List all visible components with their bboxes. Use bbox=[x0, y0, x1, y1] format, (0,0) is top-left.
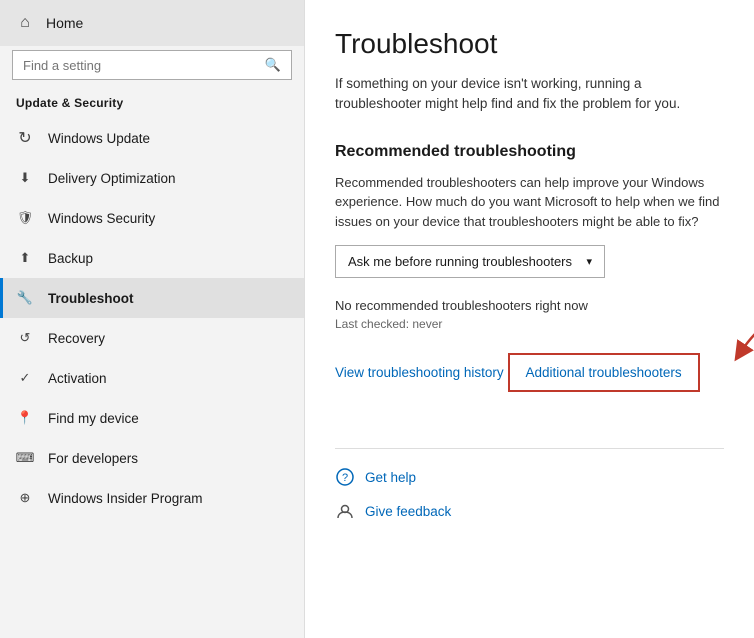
sidebar-item-backup[interactable]: ⬆ Backup bbox=[0, 238, 304, 278]
sidebar-item-label: Find my device bbox=[48, 411, 139, 426]
activation-icon: ✓ bbox=[16, 369, 34, 387]
find-device-icon: 📍 bbox=[16, 409, 34, 427]
give-feedback-icon bbox=[335, 501, 355, 521]
sidebar-item-windows-update[interactable]: ↻ Windows Update bbox=[0, 118, 304, 158]
sidebar-item-label: Activation bbox=[48, 371, 107, 386]
get-help-button[interactable]: ? Get help bbox=[335, 467, 724, 487]
recovery-icon: ↺ bbox=[16, 329, 34, 347]
get-help-icon: ? bbox=[335, 467, 355, 487]
main-content: Troubleshoot If something on your device… bbox=[305, 0, 754, 638]
give-feedback-label: Give feedback bbox=[365, 504, 451, 519]
svg-text:?: ? bbox=[342, 472, 348, 484]
give-feedback-button[interactable]: Give feedback bbox=[335, 501, 724, 521]
windows-insider-icon: ⊕ bbox=[16, 489, 34, 507]
sidebar-item-label: Windows Update bbox=[48, 131, 150, 146]
divider bbox=[335, 448, 724, 449]
sidebar-section-title: Update & Security bbox=[0, 90, 304, 118]
sidebar-item-windows-insider[interactable]: ⊕ Windows Insider Program bbox=[0, 478, 304, 518]
page-description: If something on your device isn't workin… bbox=[335, 74, 715, 115]
home-icon: ⌂ bbox=[16, 14, 34, 32]
sidebar-item-delivery-optimization[interactable]: ⬇ Delivery Optimization bbox=[0, 158, 304, 198]
sidebar-item-label: Windows Security bbox=[48, 211, 155, 226]
additional-troubleshooters-label: Additional troubleshooters bbox=[526, 365, 682, 380]
sidebar-home-label: Home bbox=[46, 15, 83, 31]
search-input[interactable] bbox=[23, 58, 257, 73]
sidebar-search-box[interactable]: 🔍 bbox=[12, 50, 292, 80]
additional-troubleshooters-button[interactable]: Additional troubleshooters bbox=[508, 353, 700, 392]
troubleshooter-dropdown[interactable]: Ask me before running troubleshooters ▾ bbox=[335, 245, 605, 278]
sidebar-item-label: Delivery Optimization bbox=[48, 171, 176, 186]
troubleshoot-icon: 🔧 bbox=[16, 289, 34, 307]
page-title: Troubleshoot bbox=[335, 28, 724, 60]
sidebar-item-label: For developers bbox=[48, 451, 138, 466]
sidebar-item-find-my-device[interactable]: 📍 Find my device bbox=[0, 398, 304, 438]
search-icon: 🔍 bbox=[265, 57, 281, 73]
recommended-section-title: Recommended troubleshooting bbox=[335, 143, 724, 161]
sidebar-item-label: Windows Insider Program bbox=[48, 491, 203, 506]
help-section: ? Get help Give feedback bbox=[335, 467, 724, 521]
windows-update-icon: ↻ bbox=[16, 129, 34, 147]
sidebar-item-label: Backup bbox=[48, 251, 93, 266]
status-sub: Last checked: never bbox=[335, 317, 724, 331]
sidebar-item-windows-security[interactable]: 🛡 Windows Security bbox=[0, 198, 304, 238]
view-history-link[interactable]: View troubleshooting history bbox=[335, 365, 504, 380]
sidebar-item-activation[interactable]: ✓ Activation bbox=[0, 358, 304, 398]
sidebar-item-for-developers[interactable]: ⌨ For developers bbox=[0, 438, 304, 478]
windows-security-icon: 🛡 bbox=[16, 209, 34, 227]
sidebar-item-recovery[interactable]: ↺ Recovery bbox=[0, 318, 304, 358]
sidebar-item-troubleshoot[interactable]: 🔧 Troubleshoot bbox=[0, 278, 304, 318]
recommended-section-desc: Recommended troubleshooters can help imp… bbox=[335, 173, 724, 232]
developers-icon: ⌨ bbox=[16, 449, 34, 467]
sidebar: ⌂ Home 🔍 Update & Security ↻ Windows Upd… bbox=[0, 0, 305, 638]
backup-icon: ⬆ bbox=[16, 249, 34, 267]
status-main: No recommended troubleshooters right now bbox=[335, 298, 724, 313]
chevron-down-icon: ▾ bbox=[586, 255, 592, 268]
dropdown-label: Ask me before running troubleshooters bbox=[348, 254, 572, 269]
sidebar-item-label: Recovery bbox=[48, 331, 105, 346]
get-help-label: Get help bbox=[365, 470, 416, 485]
sidebar-item-label: Troubleshoot bbox=[48, 291, 134, 306]
sidebar-home-button[interactable]: ⌂ Home bbox=[0, 0, 304, 46]
delivery-optimization-icon: ⬇ bbox=[16, 169, 34, 187]
